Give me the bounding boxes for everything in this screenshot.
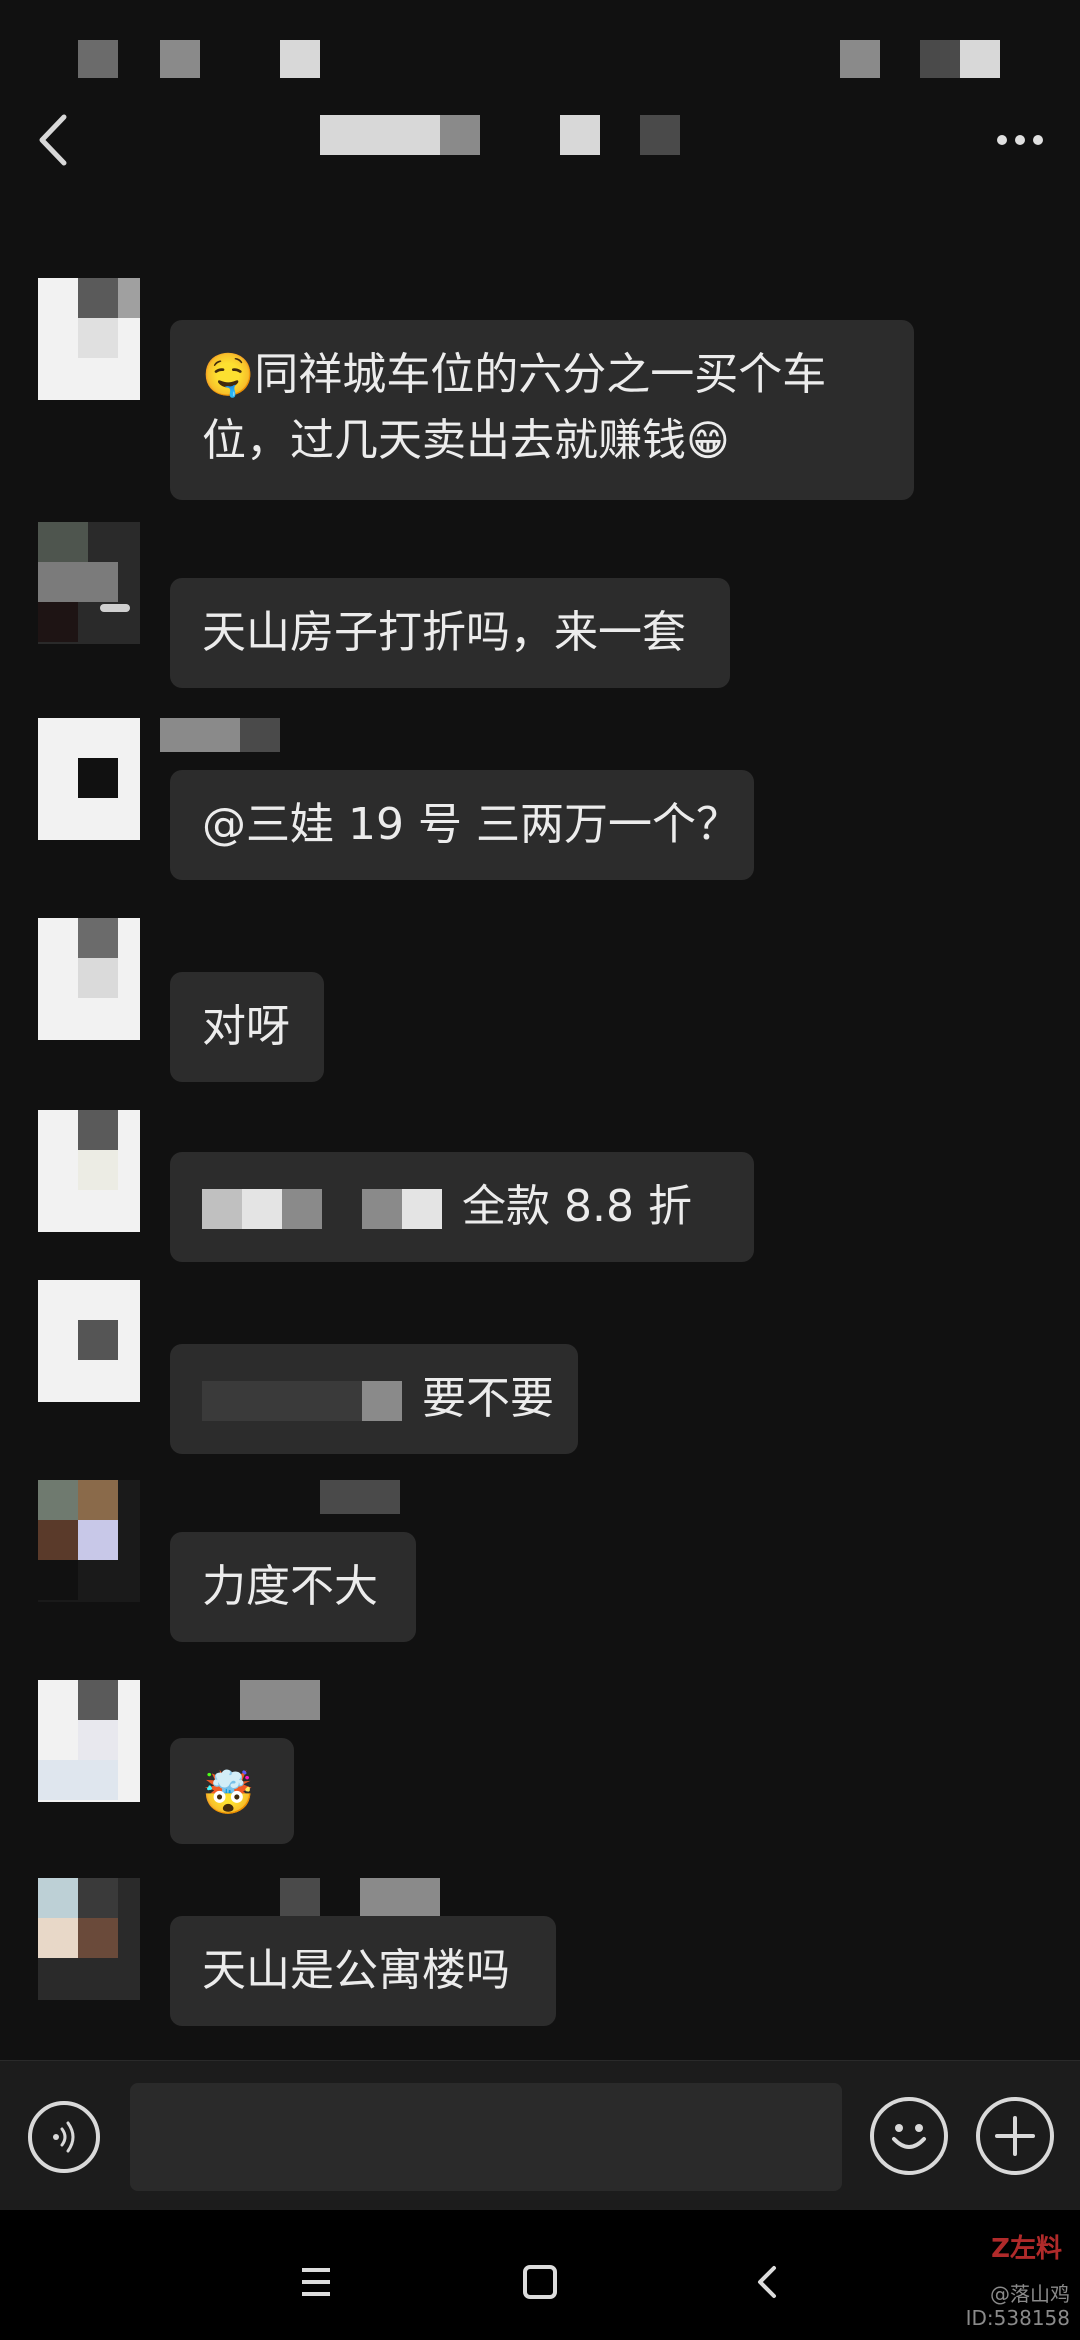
avatar[interactable] <box>38 1280 140 1402</box>
emoji-button[interactable] <box>870 2097 948 2175</box>
avatar[interactable] <box>38 718 140 840</box>
message-text: 对呀 <box>202 1001 290 1052</box>
chat-list[interactable]: 🤤同祥城车位的六分之一买个车 位，过几天卖出去就赚钱😁 天山房子打折吗，来一套 … <box>0 200 1080 2060</box>
back-nav-button[interactable] <box>738 2252 798 2312</box>
system-nav-bar <box>0 2210 1080 2340</box>
avatar[interactable] <box>38 1878 140 2000</box>
home-button[interactable] <box>510 2252 570 2312</box>
title-pixel <box>640 115 680 155</box>
redacted-mention <box>242 1189 282 1229</box>
message-text: 天山房子打折吗，来一套 <box>202 607 686 658</box>
redacted-mention <box>282 1189 322 1229</box>
redacted-mention <box>202 1189 242 1229</box>
status-bar <box>0 0 1080 80</box>
status-pixel <box>160 40 200 78</box>
watermark-logo: Z左料 <box>991 2234 1062 2264</box>
back-triangle-icon <box>758 2266 776 2298</box>
message-text: 位，过几天卖出去就赚钱 <box>202 415 686 466</box>
redacted-mention <box>362 1189 402 1229</box>
redacted-mention <box>402 1189 442 1229</box>
message-bubble[interactable]: 全款 8.8 折 <box>170 1152 754 1262</box>
grin-emoji: 😁 <box>686 416 730 465</box>
title-pixel <box>320 115 440 155</box>
menu-icon <box>302 2268 330 2296</box>
message-text: @三娃 19 号 三两万一个？ <box>202 799 740 850</box>
message-text: 天山是公寓楼吗 <box>202 1945 510 1996</box>
more-dots-icon <box>997 135 1043 145</box>
redacted-mention <box>202 1381 362 1421</box>
status-pixel <box>78 40 118 78</box>
avatar[interactable] <box>38 1110 140 1232</box>
avatar[interactable] <box>38 1480 140 1602</box>
status-pixel <box>280 40 320 78</box>
home-square-icon <box>523 2265 557 2299</box>
avatar[interactable] <box>38 522 140 644</box>
message-bubble[interactable]: 🤤同祥城车位的六分之一买个车 位，过几天卖出去就赚钱😁 <box>170 320 914 500</box>
drooling-emoji: 🤤 <box>202 350 255 399</box>
status-pixel <box>840 40 880 78</box>
chat-title <box>300 115 780 165</box>
plus-icon <box>995 2116 1035 2156</box>
redacted-mention <box>362 1381 402 1421</box>
voice-icon <box>53 2121 75 2153</box>
title-pixel <box>560 115 600 155</box>
message-bubble[interactable]: 天山房子打折吗，来一套 <box>170 578 730 688</box>
watermark-name: @落山鸡 <box>990 2282 1070 2306</box>
title-pixel <box>440 115 480 155</box>
status-pixel <box>960 40 1000 78</box>
message-bubble[interactable]: 对呀 <box>170 972 324 1082</box>
chevron-left-icon <box>39 114 67 166</box>
message-bubble[interactable]: 🤯 <box>170 1738 294 1844</box>
avatar[interactable] <box>38 1680 140 1802</box>
message-bubble[interactable]: 天山是公寓楼吗 <box>170 1916 556 2026</box>
message-text: 同祥城车位的六分之一买个车 <box>254 349 827 400</box>
message-text: 力度不大 <box>202 1561 378 1612</box>
watermark-id: ID:538158 <box>965 2306 1070 2330</box>
message-bubble[interactable]: 要不要 <box>170 1344 578 1454</box>
avatar[interactable] <box>38 278 140 400</box>
status-pixel <box>920 40 960 78</box>
message-text: 全款 8.8 折 <box>462 1181 692 1232</box>
message-text: 要不要 <box>422 1373 554 1424</box>
message-bubble[interactable]: 力度不大 <box>170 1532 416 1642</box>
message-bubble[interactable]: @三娃 19 号 三两万一个？ <box>170 770 754 880</box>
input-bar <box>0 2060 1080 2211</box>
smile-icon <box>892 2124 926 2149</box>
exploding-head-emoji: 🤯 <box>202 1768 255 1817</box>
more-button[interactable] <box>980 105 1060 175</box>
voice-button[interactable] <box>28 2101 100 2173</box>
avatar[interactable] <box>38 918 140 1040</box>
message-input[interactable] <box>130 2083 842 2191</box>
chat-header <box>0 80 1080 200</box>
menu-button[interactable] <box>286 2252 346 2312</box>
plus-button[interactable] <box>976 2097 1054 2175</box>
back-button[interactable] <box>20 105 90 175</box>
